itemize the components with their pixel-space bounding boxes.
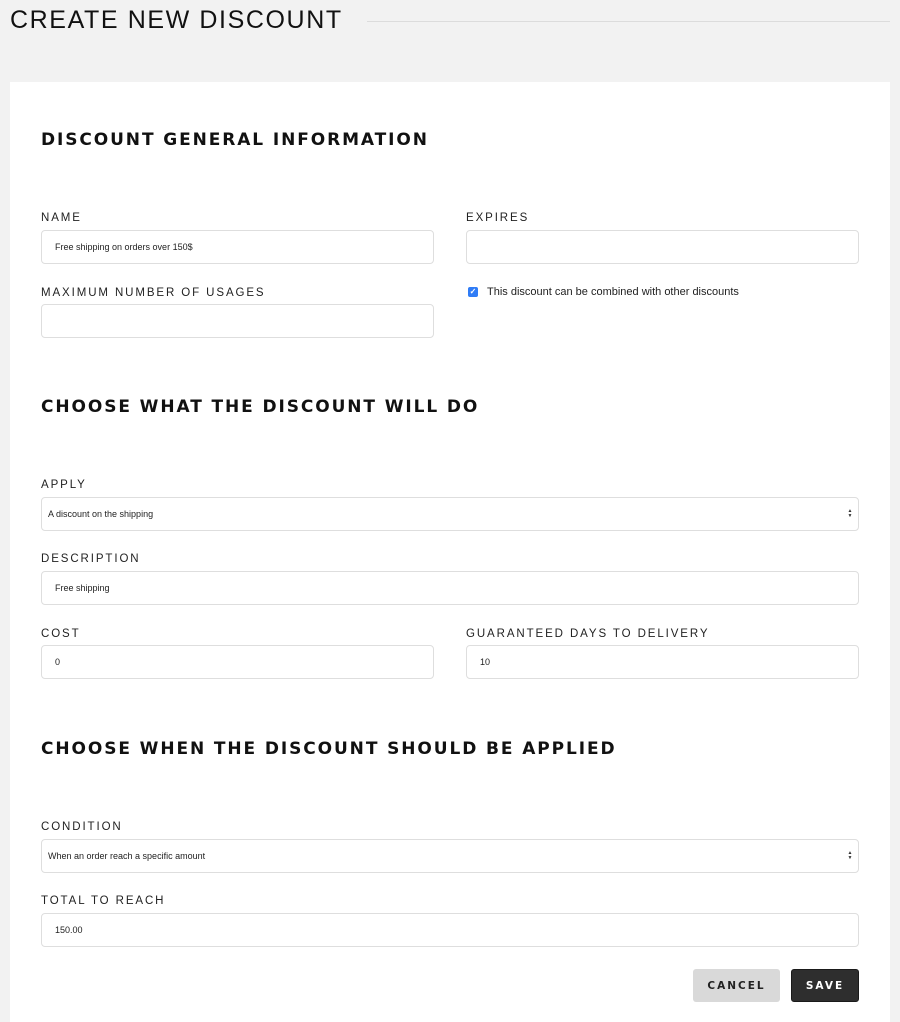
page-header: CREATE NEW DISCOUNT xyxy=(10,4,890,36)
max-usages-label: MAXIMUM NUMBER OF USAGES xyxy=(41,287,266,299)
cost-input-value: 0 xyxy=(55,657,61,667)
name-input[interactable]: Free shipping on orders over 150$ xyxy=(41,230,434,264)
condition-select-value: When an order reach a specific amount xyxy=(48,851,206,861)
apply-select-value: A discount on the shipping xyxy=(48,509,154,519)
section-title-general: DISCOUNT GENERAL INFORMATION xyxy=(41,130,429,150)
delivery-days-label: GUARANTEED DAYS TO DELIVERY xyxy=(466,628,710,640)
check-icon: ✓ xyxy=(469,287,477,296)
total-to-reach-input[interactable]: 150.00 xyxy=(41,913,859,947)
discount-form-card: DISCOUNT GENERAL INFORMATION NAME Free s… xyxy=(10,82,890,1022)
delivery-days-input-value: 10 xyxy=(480,657,491,667)
total-to-reach-label: TOTAL TO REACH xyxy=(41,895,166,907)
combinable-checkbox[interactable]: ✓ xyxy=(468,287,478,297)
combinable-option[interactable]: ✓ This discount can be combined with oth… xyxy=(468,286,739,298)
select-arrows-icon: ▲ ▼ xyxy=(847,508,853,519)
page-title: CREATE NEW DISCOUNT xyxy=(10,5,343,34)
cost-input[interactable]: 0 xyxy=(41,645,434,679)
save-button[interactable]: SAVE xyxy=(791,969,859,1002)
cost-label: COST xyxy=(41,628,81,640)
section-title-condition: CHOOSE WHEN THE DISCOUNT SHOULD BE APPLI… xyxy=(41,739,617,759)
expires-label: EXPIRES xyxy=(466,212,530,224)
condition-label: CONDITION xyxy=(41,821,123,833)
name-input-value: Free shipping on orders over 150$ xyxy=(55,242,193,252)
description-label: DESCRIPTION xyxy=(41,553,141,565)
apply-label: APPLY xyxy=(41,479,87,491)
section-title-action: CHOOSE WHAT THE DISCOUNT WILL DO xyxy=(41,397,480,417)
name-label: NAME xyxy=(41,212,82,224)
description-input-value: Free shipping xyxy=(55,583,110,593)
apply-select[interactable]: A discount on the shipping ▲ ▼ xyxy=(41,497,859,531)
condition-select[interactable]: When an order reach a specific amount ▲ ▼ xyxy=(41,839,859,873)
expires-input[interactable] xyxy=(466,230,859,264)
combinable-label[interactable]: This discount can be combined with other… xyxy=(487,286,739,298)
total-to-reach-input-value: 150.00 xyxy=(55,925,83,935)
delivery-days-input[interactable]: 10 xyxy=(466,645,859,679)
select-arrows-icon: ▲ ▼ xyxy=(847,850,853,861)
title-divider xyxy=(366,20,890,22)
cancel-button[interactable]: CANCEL xyxy=(693,969,780,1002)
max-usages-input[interactable] xyxy=(41,304,434,338)
description-input[interactable]: Free shipping xyxy=(41,571,859,605)
